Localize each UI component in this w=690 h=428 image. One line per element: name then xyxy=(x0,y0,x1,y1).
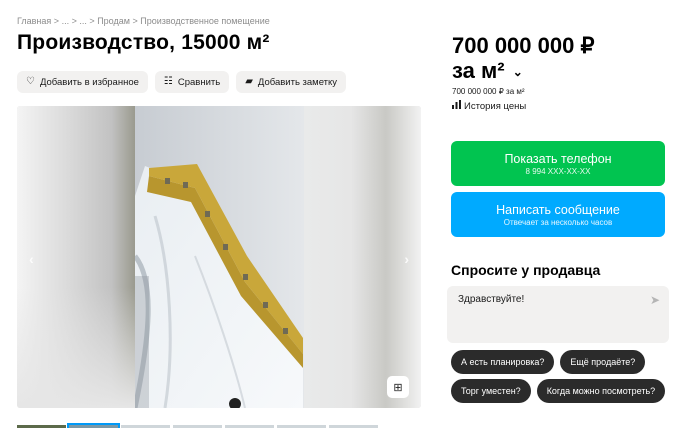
add-favorite-button[interactable]: ♡ Добавить в избранное xyxy=(17,71,148,93)
add-favorite-label: Добавить в избранное xyxy=(39,76,139,88)
gallery-next-arrow[interactable]: › xyxy=(404,251,409,267)
ask-seller-heading: Спросите у продавца xyxy=(451,262,601,278)
expand-icon[interactable]: ⊞ xyxy=(387,376,409,398)
breadcrumb-separator: > xyxy=(71,16,77,26)
message-input[interactable]: Здравствуйте! ➤ xyxy=(447,286,669,343)
blurred-background-left xyxy=(17,106,135,408)
show-phone-button[interactable]: Показать телефон 8 994 XXX-XX-XX xyxy=(451,141,665,186)
suggestion-chip[interactable]: Ещё продаёте? xyxy=(560,350,646,374)
breadcrumb-item-home[interactable]: Главная xyxy=(17,16,51,26)
breadcrumb-separator: > xyxy=(89,16,95,26)
page-title: Производство, 15000 м² xyxy=(17,31,270,54)
breadcrumb-separator: > xyxy=(53,16,60,26)
show-phone-label: Показать телефон xyxy=(504,151,612,166)
response-time: Отвечает за несколько часов xyxy=(503,217,613,227)
heart-icon: ♡ xyxy=(26,76,35,87)
add-note-label: Добавить заметку xyxy=(257,76,338,88)
breadcrumb-item-sell[interactable]: Продам xyxy=(97,16,130,26)
breadcrumb-item-category[interactable]: Производственное помещение xyxy=(140,16,270,26)
price-value: 700 000 000 ₽ xyxy=(452,33,595,58)
price-block[interactable]: 700 000 000 ₽ за м² ⌄ xyxy=(452,33,594,85)
price-history-label: История цены xyxy=(464,100,527,112)
suggestion-chip[interactable]: Когда можно посмотреть? xyxy=(536,379,666,403)
masked-phone: 8 994 XXX-XX-XX xyxy=(525,166,591,176)
price-unit: за м² xyxy=(452,58,505,83)
breadcrumb: Главная > ... > ... > Продам > Производс… xyxy=(17,16,270,26)
compare-label: Сравнить xyxy=(177,76,221,88)
send-icon[interactable]: ➤ xyxy=(650,293,660,307)
breadcrumb-item[interactable]: ... xyxy=(79,16,87,26)
breadcrumb-item[interactable]: ... xyxy=(62,16,70,26)
listing-actions: ♡ Добавить в избранное ☷ Сравнить ▰ Доба… xyxy=(17,71,347,93)
add-note-button[interactable]: ▰ Добавить заметку xyxy=(236,71,347,93)
breadcrumb-separator: > xyxy=(132,16,138,26)
suggested-questions: А есть планировка? Ещё продаёте? Торг ум… xyxy=(451,350,676,403)
message-input-value: Здравствуйте! xyxy=(458,294,525,305)
suggestion-chip[interactable]: Торг уместен? xyxy=(451,379,531,403)
note-icon: ▰ xyxy=(245,76,253,87)
listing-photo[interactable] xyxy=(135,106,304,408)
gallery-prev-arrow[interactable]: ‹ xyxy=(29,251,34,267)
price-history-link[interactable]: История цены xyxy=(452,100,526,112)
compare-button[interactable]: ☷ Сравнить xyxy=(154,71,230,93)
write-message-button[interactable]: Написать сообщение Отвечает за несколько… xyxy=(451,192,665,237)
chevron-down-icon[interactable]: ⌄ xyxy=(513,65,523,79)
photo-gallery[interactable]: ‹ › ⊞ xyxy=(17,106,421,408)
compare-icon: ☷ xyxy=(163,76,173,87)
write-message-label: Написать сообщение xyxy=(496,202,620,217)
price-per-unit: 700 000 000 ₽ за м² xyxy=(452,87,525,96)
suggestion-chip[interactable]: А есть планировка? xyxy=(451,350,555,374)
chart-icon xyxy=(452,100,461,112)
